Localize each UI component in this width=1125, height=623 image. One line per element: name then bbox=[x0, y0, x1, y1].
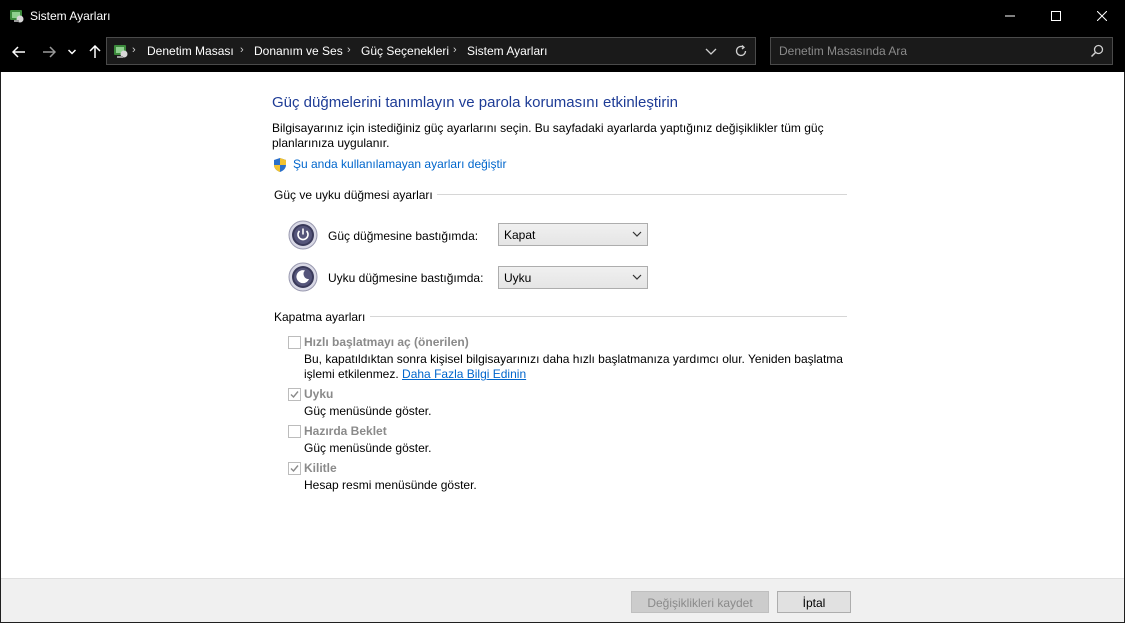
lock-option-title: Kilitle bbox=[304, 461, 337, 475]
learn-more-link[interactable]: Daha Fazla Bilgi Edinin bbox=[402, 367, 526, 381]
chevron-down-icon bbox=[632, 231, 642, 237]
fast-startup-desc-text: işlemi etkilenmez. bbox=[304, 367, 399, 381]
address-field[interactable]: › Denetim Masası › Donanım ve Ses › Güç … bbox=[106, 37, 756, 65]
hibernate-option-title: Hazırda Beklet bbox=[304, 424, 387, 438]
minimize-icon bbox=[1005, 15, 1015, 17]
chevron-down-icon[interactable] bbox=[703, 43, 719, 59]
sleep-option-description: Güç menüsünde göster. bbox=[304, 404, 432, 418]
control-panel-icon bbox=[10, 10, 24, 23]
fast-startup-checkbox[interactable] bbox=[288, 336, 301, 349]
section-divider bbox=[370, 316, 847, 317]
breadcrumb-hardware-sound[interactable]: Donanım ve Ses bbox=[254, 44, 343, 58]
sleep-button-label: Uyku düğmesine bastığımda: bbox=[328, 271, 484, 285]
sleep-option-title: Uyku bbox=[304, 387, 334, 401]
power-button-action-select[interactable]: Kapat bbox=[498, 223, 648, 246]
recent-locations-button[interactable] bbox=[63, 40, 81, 64]
search-field[interactable]: Denetim Masasında Ara bbox=[770, 37, 1113, 65]
breadcrumb-system-settings[interactable]: Sistem Ayarları bbox=[467, 44, 547, 58]
save-changes-button[interactable]: Değişiklikleri kaydet bbox=[631, 591, 769, 613]
minimize-button[interactable] bbox=[987, 0, 1033, 32]
window-border bbox=[0, 72, 1, 623]
checkmark-icon bbox=[290, 465, 299, 473]
up-button[interactable] bbox=[84, 40, 106, 64]
breadcrumb-separator-icon: › bbox=[453, 44, 457, 56]
refresh-icon[interactable] bbox=[733, 43, 749, 59]
lock-checkbox[interactable] bbox=[288, 462, 301, 475]
maximize-button[interactable] bbox=[1033, 0, 1079, 32]
content-area: Güç düğmelerini tanımlayın ve parola kor… bbox=[1, 72, 1124, 578]
sleep-button-action-value: Uyku bbox=[504, 271, 532, 285]
search-icon[interactable] bbox=[1090, 44, 1104, 58]
sleep-button-icon bbox=[288, 262, 318, 292]
uac-shield-icon bbox=[274, 158, 286, 172]
power-button-label: Güç düğmesine bastığımda: bbox=[328, 229, 479, 243]
breadcrumb-separator-icon: › bbox=[132, 44, 136, 56]
arrow-left-icon bbox=[12, 46, 25, 58]
hibernate-option-description: Güç menüsünde göster. bbox=[304, 441, 432, 455]
sleep-button-action-select[interactable]: Uyku bbox=[498, 266, 648, 289]
breadcrumb-separator-icon: › bbox=[347, 44, 351, 56]
shutdown-section-label: Kapatma ayarları bbox=[274, 310, 366, 324]
maximize-icon bbox=[1051, 11, 1061, 21]
arrow-up-icon bbox=[89, 45, 101, 58]
change-unavailable-settings-link[interactable]: Şu anda kullanılamayan ayarları değiştir bbox=[293, 157, 506, 171]
hibernate-checkbox[interactable] bbox=[288, 425, 301, 438]
fast-startup-description-line2: işlemi etkilenmez. Daha Fazla Bilgi Edin… bbox=[304, 367, 526, 382]
breadcrumb-separator-icon: › bbox=[240, 44, 244, 56]
breadcrumb-power-options[interactable]: Güç Seçenekleri bbox=[361, 44, 449, 58]
power-button-action-value: Kapat bbox=[504, 228, 536, 242]
window-title: Sistem Ayarları bbox=[30, 9, 111, 23]
breadcrumb-control-panel[interactable]: Denetim Masası bbox=[147, 44, 234, 58]
page-title: Güç düğmelerini tanımlayın ve parola kor… bbox=[272, 94, 679, 111]
close-icon bbox=[1097, 11, 1107, 21]
cancel-button[interactable]: İptal bbox=[777, 591, 851, 613]
fast-startup-description: Bu, kapatıldıktan sonra kişisel bilgisay… bbox=[304, 352, 843, 366]
chevron-down-icon bbox=[632, 274, 642, 280]
back-button[interactable] bbox=[8, 40, 30, 64]
close-button[interactable] bbox=[1079, 0, 1125, 32]
button-bar: Değişiklikleri kaydet İptal bbox=[1, 578, 1124, 622]
window: Sistem Ayarları › Denetim Masası › Donan… bbox=[0, 0, 1125, 623]
control-panel-icon bbox=[114, 45, 128, 58]
forward-button[interactable] bbox=[38, 40, 60, 64]
fast-startup-title: Hızlı başlatmayı aç (önerilen) bbox=[304, 335, 469, 349]
arrow-right-icon bbox=[43, 46, 56, 58]
sleep-checkbox[interactable] bbox=[288, 388, 301, 401]
title-bar: Sistem Ayarları bbox=[0, 0, 1125, 32]
search-placeholder: Denetim Masasında Ara bbox=[779, 44, 908, 58]
page-description: Bilgisayarınız için istediğiniz güç ayar… bbox=[272, 121, 824, 150]
power-sleep-section-label: Güç ve uyku düğmesi ayarları bbox=[274, 188, 433, 202]
power-button-icon bbox=[288, 220, 318, 250]
checkmark-icon bbox=[290, 391, 299, 399]
section-divider bbox=[437, 194, 847, 195]
lock-option-description: Hesap resmi menüsünde göster. bbox=[304, 478, 477, 492]
chevron-down-icon bbox=[68, 49, 76, 55]
